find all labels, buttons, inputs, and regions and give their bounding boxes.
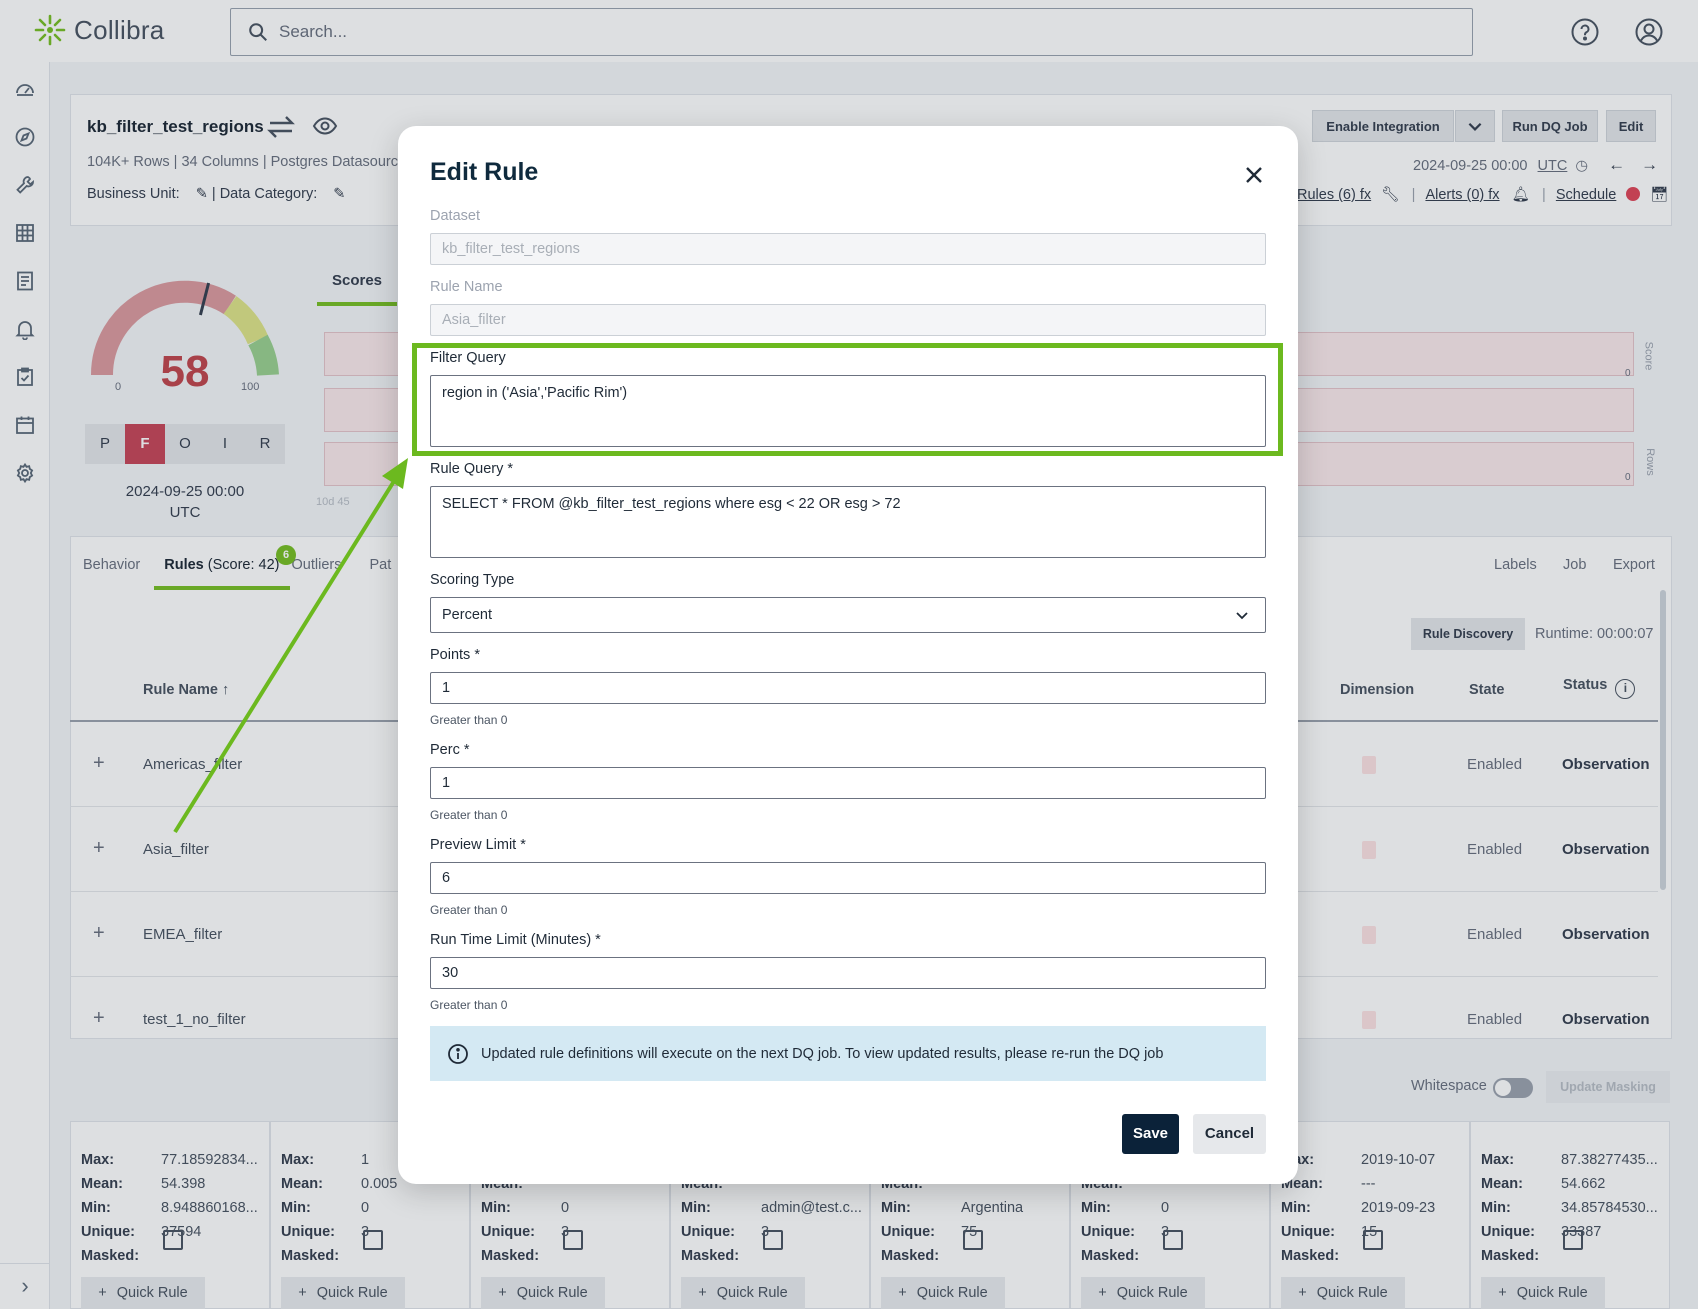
filter-query-highlight-box bbox=[412, 343, 1283, 456]
scoring-type-select[interactable]: Percent bbox=[430, 597, 1266, 633]
perc-label: Perc * bbox=[430, 742, 470, 758]
run-time-limit-input[interactable]: 30 bbox=[430, 957, 1266, 989]
run-time-limit-label: Run Time Limit (Minutes) * bbox=[430, 932, 601, 948]
chevron-down-icon[interactable] bbox=[1234, 607, 1250, 623]
preview-limit-label: Preview Limit * bbox=[430, 837, 526, 853]
run-time-limit-helper-text: Greater than 0 bbox=[430, 998, 508, 1012]
cancel-button[interactable]: Cancel bbox=[1193, 1114, 1266, 1154]
info-banner: Updated rule definitions will execute on… bbox=[430, 1026, 1266, 1081]
save-button[interactable]: Save bbox=[1122, 1114, 1179, 1154]
close-icon[interactable] bbox=[1243, 164, 1265, 186]
points-input[interactable]: 1 bbox=[430, 672, 1266, 704]
info-banner-text: Updated rule definitions will execute on… bbox=[481, 1045, 1164, 1062]
dataset-field: kb_filter_test_regions bbox=[430, 233, 1266, 265]
perc-input[interactable]: 1 bbox=[430, 767, 1266, 799]
modal-title: Edit Rule bbox=[430, 158, 539, 186]
rule-query-label: Rule Query * bbox=[430, 461, 514, 477]
info-icon bbox=[448, 1043, 468, 1064]
perc-helper-text: Greater than 0 bbox=[430, 808, 508, 822]
points-label: Points * bbox=[430, 647, 480, 663]
scoring-type-label: Scoring Type bbox=[430, 572, 515, 588]
dataset-field-label: Dataset bbox=[430, 208, 480, 224]
preview-limit-helper-text: Greater than 0 bbox=[430, 903, 508, 917]
rule-name-field: Asia_filter bbox=[430, 304, 1266, 336]
preview-limit-input[interactable]: 6 bbox=[430, 862, 1266, 894]
points-helper-text: Greater than 0 bbox=[430, 713, 508, 727]
rule-name-field-label: Rule Name bbox=[430, 279, 503, 295]
rule-query-textarea[interactable]: SELECT * FROM @kb_filter_test_regions wh… bbox=[430, 486, 1266, 558]
